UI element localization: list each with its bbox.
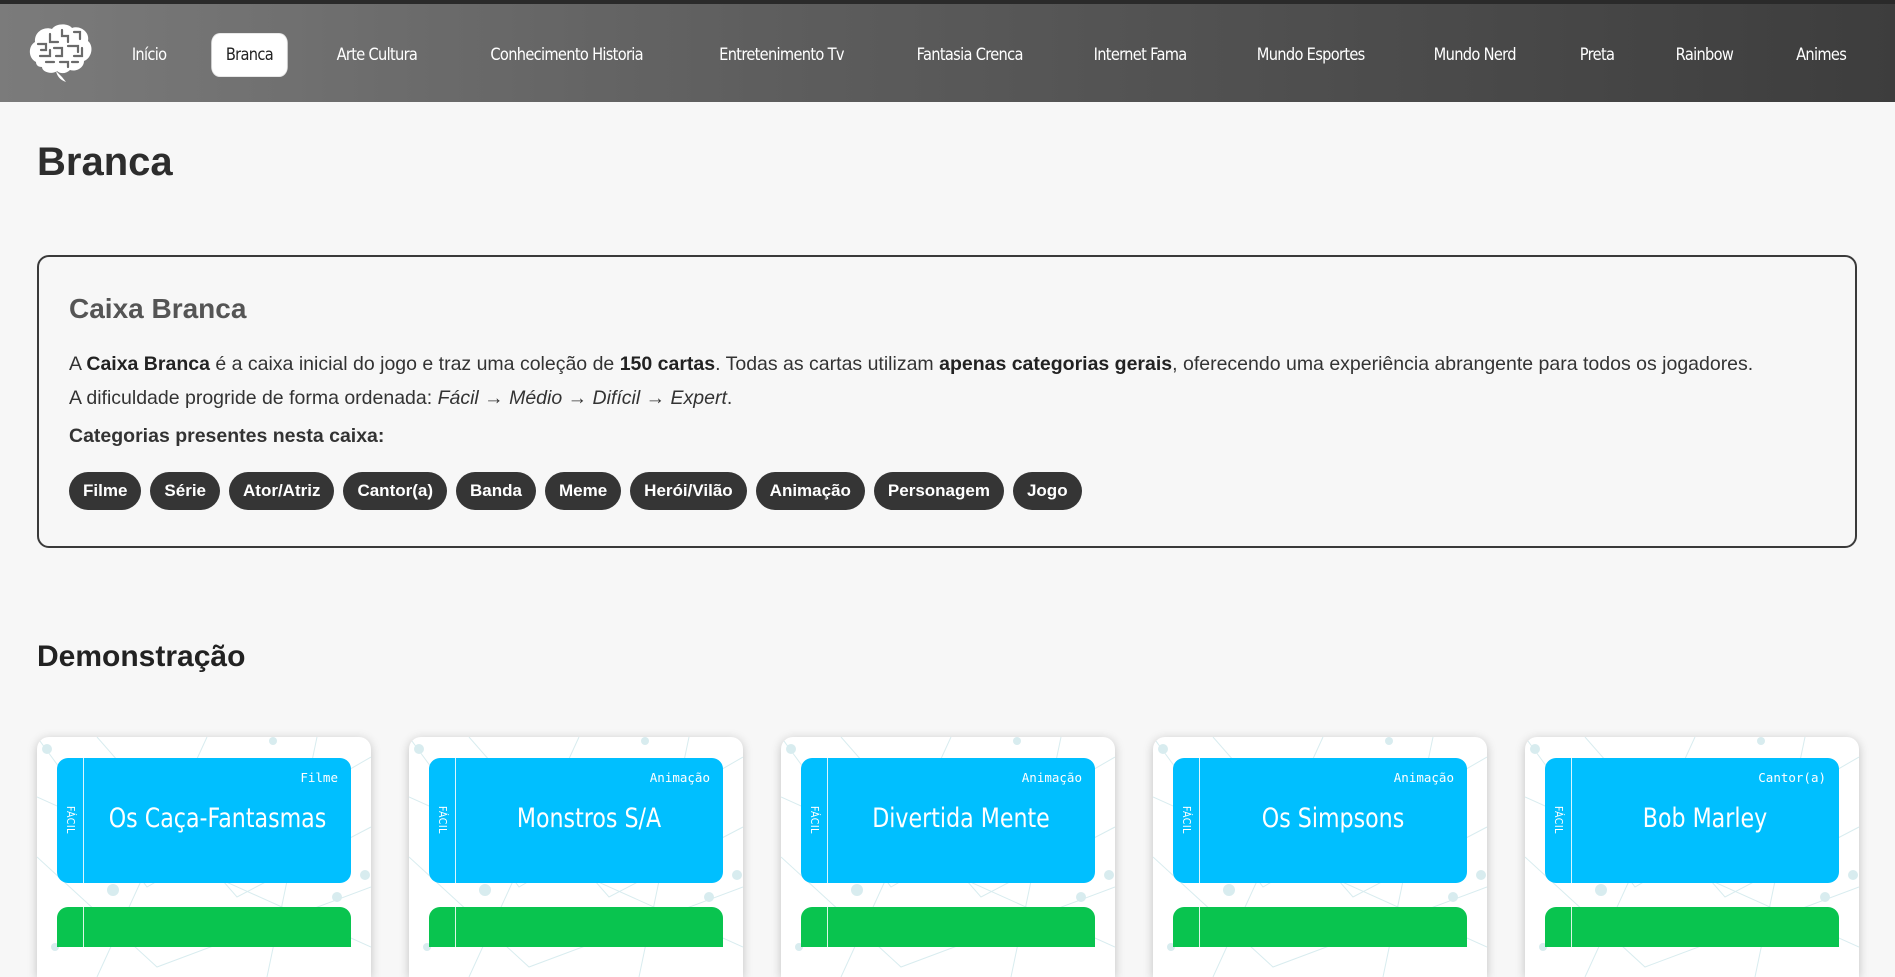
- desc-bold-card-count: 150 cartas: [619, 353, 716, 375]
- nav-item-inicio[interactable]: Início: [109, 34, 190, 76]
- nav-item-conhecimento-historia[interactable]: Conhecimento Historia: [467, 34, 666, 76]
- nav-item-fantasia-crenca[interactable]: Fantasia Crenca: [894, 34, 1047, 76]
- nav-item-rainbow[interactable]: Rainbow: [1652, 34, 1756, 76]
- nav-item-preta[interactable]: Preta: [1556, 34, 1637, 76]
- nav-item-animes[interactable]: Animes: [1773, 34, 1869, 76]
- category-tag: Banda: [456, 472, 536, 510]
- desc-text: .: [726, 387, 733, 409]
- card-bottom-panel: [429, 907, 723, 947]
- card-top-panel: FÁCIL Animação Divertida Mente: [801, 758, 1095, 883]
- card-category: Animação: [1393, 770, 1454, 785]
- category-tag: Meme: [544, 472, 622, 510]
- desc-bold-categories: apenas categorias gerais: [939, 353, 1173, 375]
- card-name: Os Caça-Fantasmas: [108, 803, 327, 834]
- card-bottom-panel: [57, 907, 351, 947]
- desc-bold-box-name: Caixa Branca: [86, 353, 210, 375]
- demo-card[interactable]: FÁCIL Cantor(a) Bob Marley: [1525, 737, 1859, 977]
- nav-item-mundo-esportes[interactable]: Mundo Esportes: [1234, 34, 1388, 76]
- category-tag: Animação: [755, 472, 865, 510]
- card-name: Monstros S/A: [516, 803, 662, 834]
- desc-text: . Todas as cartas utilizam: [715, 353, 940, 375]
- card-bottom-strip: [429, 907, 456, 947]
- nav-item-internet-fama[interactable]: Internet Fama: [1070, 34, 1209, 76]
- card-difficulty: FÁCIL: [64, 806, 76, 834]
- card-top-panel: FÁCIL Filme Os Caça-Fantasmas: [57, 758, 351, 883]
- nav-item-branca[interactable]: Branca: [212, 34, 288, 76]
- card-bottom-strip: [1545, 907, 1572, 947]
- section-title-demo: Demonstração: [37, 640, 246, 673]
- brain-logo-icon[interactable]: [26, 22, 94, 84]
- categories-label: Categorias presentes nesta caixa:: [69, 425, 385, 447]
- top-navbar: Início Branca Arte Cultura Conhecimento …: [0, 0, 1895, 102]
- demo-card[interactable]: FÁCIL Animação Monstros S/A: [409, 737, 743, 977]
- card-bottom-strip: [801, 907, 828, 947]
- card-top-panel: FÁCIL Cantor(a) Bob Marley: [1545, 758, 1839, 883]
- card-name: Bob Marley: [1642, 803, 1768, 834]
- card-difficulty: FÁCIL: [1552, 806, 1564, 834]
- demo-card[interactable]: FÁCIL Animação Divertida Mente: [781, 737, 1115, 977]
- category-tag: Filme: [69, 472, 142, 510]
- nav-item-arte-cultura[interactable]: Arte Cultura: [314, 34, 441, 76]
- card-difficulty: FÁCIL: [1180, 806, 1192, 834]
- box-description: A Caixa Branca é a caixa inicial do jogo…: [69, 347, 1825, 415]
- card-name: Divertida Mente: [872, 803, 1050, 834]
- demo-card[interactable]: FÁCIL Animação Os Simpsons: [1153, 737, 1487, 977]
- main-nav: Início Branca Arte Cultura Conhecimento …: [102, 33, 1877, 77]
- card-category: Animação: [1021, 770, 1082, 785]
- difficulty-strip: FÁCIL: [429, 758, 456, 883]
- category-tag: Herói/Vilão: [630, 472, 747, 510]
- desc-text: é a caixa inicial do jogo e traz uma col…: [209, 353, 620, 375]
- category-tag: Ator/Atriz: [229, 472, 335, 510]
- card-name: Os Simpsons: [1261, 803, 1405, 834]
- box-info-panel: Caixa Branca A Caixa Branca é a caixa in…: [37, 255, 1857, 548]
- card-difficulty: FÁCIL: [436, 806, 448, 834]
- card-bottom-panel: [801, 907, 1095, 947]
- category-tag: Personagem: [873, 472, 1004, 510]
- difficulty-strip: FÁCIL: [1545, 758, 1572, 883]
- difficulty-strip: FÁCIL: [801, 758, 828, 883]
- nav-item-mundo-nerd[interactable]: Mundo Nerd: [1411, 34, 1540, 76]
- category-tag: Jogo: [1012, 472, 1082, 510]
- demo-cards: FÁCIL Filme Os Caça-Fantasmas FÁCIL Anim…: [37, 737, 1859, 977]
- card-category: Animação: [649, 770, 710, 785]
- card-category: Filme: [300, 770, 338, 785]
- desc-difficulty-order: Fácil → Médio → Difícil → Expert: [437, 387, 727, 409]
- difficulty-strip: FÁCIL: [57, 758, 84, 883]
- card-difficulty: FÁCIL: [808, 806, 820, 834]
- box-title: Caixa Branca: [69, 293, 247, 324]
- card-top-panel: FÁCIL Animação Monstros S/A: [429, 758, 723, 883]
- category-tag: Série: [150, 472, 220, 510]
- category-tags: Filme Série Ator/Atriz Cantor(a) Banda M…: [69, 472, 1825, 510]
- card-bottom-strip: [1173, 907, 1200, 947]
- category-tag: Cantor(a): [343, 472, 448, 510]
- desc-text: A: [69, 353, 87, 375]
- card-bottom-panel: [1545, 907, 1839, 947]
- desc-text: A dificuldade progride de forma ordenada…: [69, 387, 438, 409]
- page-title: Branca: [37, 140, 173, 184]
- nav-item-entretenimento-tv[interactable]: Entretenimento Tv: [696, 34, 867, 76]
- demo-card[interactable]: FÁCIL Filme Os Caça-Fantasmas: [37, 737, 371, 977]
- desc-text: , oferecendo uma experiência abrangente …: [1172, 353, 1754, 375]
- card-bottom-panel: [1173, 907, 1467, 947]
- card-bottom-strip: [57, 907, 84, 947]
- card-category: Cantor(a): [1758, 770, 1826, 785]
- difficulty-strip: FÁCIL: [1173, 758, 1200, 883]
- card-top-panel: FÁCIL Animação Os Simpsons: [1173, 758, 1467, 883]
